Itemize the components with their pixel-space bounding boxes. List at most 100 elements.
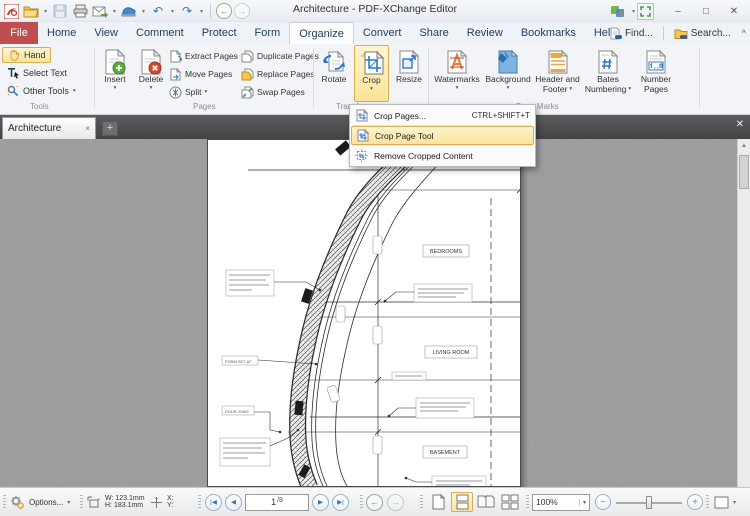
other-tools-label: Other Tools <box>23 86 69 96</box>
zoom-slider[interactable] <box>616 494 682 511</box>
scan-button[interactable] <box>120 2 138 20</box>
find-button[interactable]: Find... <box>606 26 656 41</box>
zoom-level-select[interactable]: 100% ▾ <box>532 493 590 511</box>
collapse-ribbon-button[interactable]: ^ <box>742 28 746 38</box>
page-number-input[interactable]: 1 /8 <box>245 493 309 511</box>
ui-options-button[interactable] <box>610 4 626 18</box>
tab-file[interactable]: File <box>0 22 38 44</box>
zoom-value: 100% <box>536 497 558 507</box>
close-button[interactable]: ✕ <box>720 2 748 20</box>
undo-icon[interactable]: ↶ <box>149 2 167 20</box>
history-back-button[interactable]: ← <box>216 3 232 19</box>
prev-page-button[interactable]: ◀ <box>225 493 242 511</box>
grip-handle[interactable] <box>420 495 423 509</box>
zoom-slider-thumb[interactable] <box>646 495 652 509</box>
watermarks-button[interactable]: Watermarks ▾ <box>432 45 482 102</box>
redo-icon[interactable]: ↷ <box>178 2 196 20</box>
resize-button[interactable]: Resize <box>392 45 426 102</box>
bates-numbering-button[interactable]: Bates Numbering ▾ <box>584 45 632 102</box>
extract-pages-button[interactable]: Extract Pages <box>169 48 238 64</box>
menu-item-crop-page-tool[interactable]: Crop Page Tool <box>351 126 534 145</box>
search-button[interactable]: Search... <box>671 26 734 41</box>
header-footer-button[interactable]: Header and Footer ▾ <box>533 45 582 102</box>
grip-handle[interactable] <box>3 495 6 509</box>
new-tab-button[interactable]: + <box>102 121 118 136</box>
open-dropdown-icon[interactable]: ▾ <box>42 8 49 15</box>
number-pages-button[interactable]: Number Pages <box>634 45 678 102</box>
tabbar-close-button[interactable]: ✕ <box>736 119 744 130</box>
last-page-button[interactable]: ▶| <box>332 493 349 511</box>
width-readout: W: 123.1mm <box>105 494 145 502</box>
fit-page-button[interactable] <box>712 492 730 512</box>
ui-options-dropdown-icon[interactable]: ▾ <box>630 8 637 15</box>
insert-button[interactable]: Insert ▾ <box>98 45 132 102</box>
minimize-button[interactable]: – <box>664 2 692 20</box>
zoom-out-button[interactable]: − <box>595 494 611 510</box>
options-button[interactable]: Options... ▾ <box>9 488 70 516</box>
other-tools-button[interactable]: Other Tools ▾ <box>2 83 80 99</box>
next-page-button[interactable]: ▶ <box>312 493 329 511</box>
tab-view[interactable]: View <box>85 22 127 44</box>
print-button[interactable] <box>71 2 89 20</box>
redo-dropdown-icon[interactable]: ▾ <box>198 8 205 15</box>
tab-convert[interactable]: Convert <box>354 22 411 44</box>
first-page-button[interactable]: |◀ <box>205 493 222 511</box>
grip-handle[interactable] <box>526 495 529 509</box>
undo-dropdown-icon[interactable]: ▾ <box>169 8 176 15</box>
open-button[interactable] <box>22 2 40 20</box>
scrollbar-thumb[interactable] <box>739 155 749 189</box>
layout-two-up-continuous-button[interactable] <box>499 492 521 512</box>
scroll-up-icon[interactable]: ▲ <box>738 139 750 153</box>
scan-dropdown-icon[interactable]: ▾ <box>140 8 147 15</box>
duplicate-pages-button[interactable]: Duplicate Pages <box>241 48 319 64</box>
view-forward-button[interactable]: → <box>387 493 404 511</box>
document-tab-architecture[interactable]: Architecture × <box>2 117 96 139</box>
tab-close-icon[interactable]: × <box>85 124 90 133</box>
grip-handle[interactable] <box>706 495 709 509</box>
vertical-scrollbar[interactable]: ▲ <box>737 139 750 487</box>
fit-options-dropdown-icon[interactable]: ▾ <box>733 499 736 506</box>
fullscreen-button[interactable] <box>637 2 654 20</box>
replace-pages-label: Replace Pages <box>257 69 315 79</box>
grip-handle[interactable] <box>198 495 201 509</box>
layout-two-up-button[interactable] <box>475 492 497 512</box>
history-forward-button[interactable]: → <box>234 3 250 19</box>
grip-handle[interactable] <box>360 495 363 509</box>
maximize-button[interactable]: □ <box>692 2 720 20</box>
delete-label: Delete <box>138 74 164 84</box>
replace-pages-button[interactable]: Replace Pages <box>241 66 315 82</box>
menu-item-crop-pages[interactable]: Crop Pages... CTRL+SHIFT+T <box>351 106 534 125</box>
watermarks-label: Watermarks <box>434 74 480 84</box>
tab-form[interactable]: Form <box>246 22 290 44</box>
tab-protect[interactable]: Protect <box>193 22 246 44</box>
delete-button[interactable]: Delete ▾ <box>134 45 168 102</box>
tab-review[interactable]: Review <box>458 22 512 44</box>
tab-home[interactable]: Home <box>38 22 85 44</box>
zoom-in-button[interactable]: + <box>687 494 703 510</box>
move-pages-button[interactable]: Move Pages <box>169 66 232 82</box>
save-button[interactable] <box>51 2 69 20</box>
tab-share[interactable]: Share <box>410 22 457 44</box>
tab-bookmarks[interactable]: Bookmarks <box>512 22 585 44</box>
layout-single-continuous-button[interactable] <box>451 492 473 512</box>
view-back-button[interactable]: ← <box>366 493 383 511</box>
grip-handle[interactable] <box>80 495 83 509</box>
document-tab-label: Architecture <box>8 123 62 134</box>
tab-organize[interactable]: Organize <box>289 22 354 44</box>
hand-tool-button[interactable]: Hand <box>2 47 51 63</box>
tab-comment[interactable]: Comment <box>127 22 193 44</box>
layout-single-page-button[interactable] <box>427 492 449 512</box>
email-dropdown-icon[interactable]: ▾ <box>111 8 118 15</box>
select-text-button[interactable]: Select Text <box>2 65 71 81</box>
crop-button[interactable]: Crop ▾ <box>354 45 389 102</box>
options-label: Options... <box>29 497 64 507</box>
document-page[interactable]: BEDROOMS LIVING ROOM BASEMENT FORM SET A… <box>207 139 521 487</box>
menu-item-remove-cropped-content[interactable]: Remove Cropped Content <box>351 146 534 165</box>
split-button[interactable]: Split ▾ <box>169 84 207 100</box>
swap-pages-button[interactable]: Swap Pages <box>241 84 305 100</box>
email-button[interactable] <box>91 2 109 20</box>
background-button[interactable]: Background ▾ <box>484 45 532 102</box>
document-canvas[interactable]: BEDROOMS LIVING ROOM BASEMENT FORM SET A… <box>0 139 750 487</box>
number-pages-icon <box>643 48 669 75</box>
rotate-button[interactable]: Rotate <box>317 45 351 102</box>
